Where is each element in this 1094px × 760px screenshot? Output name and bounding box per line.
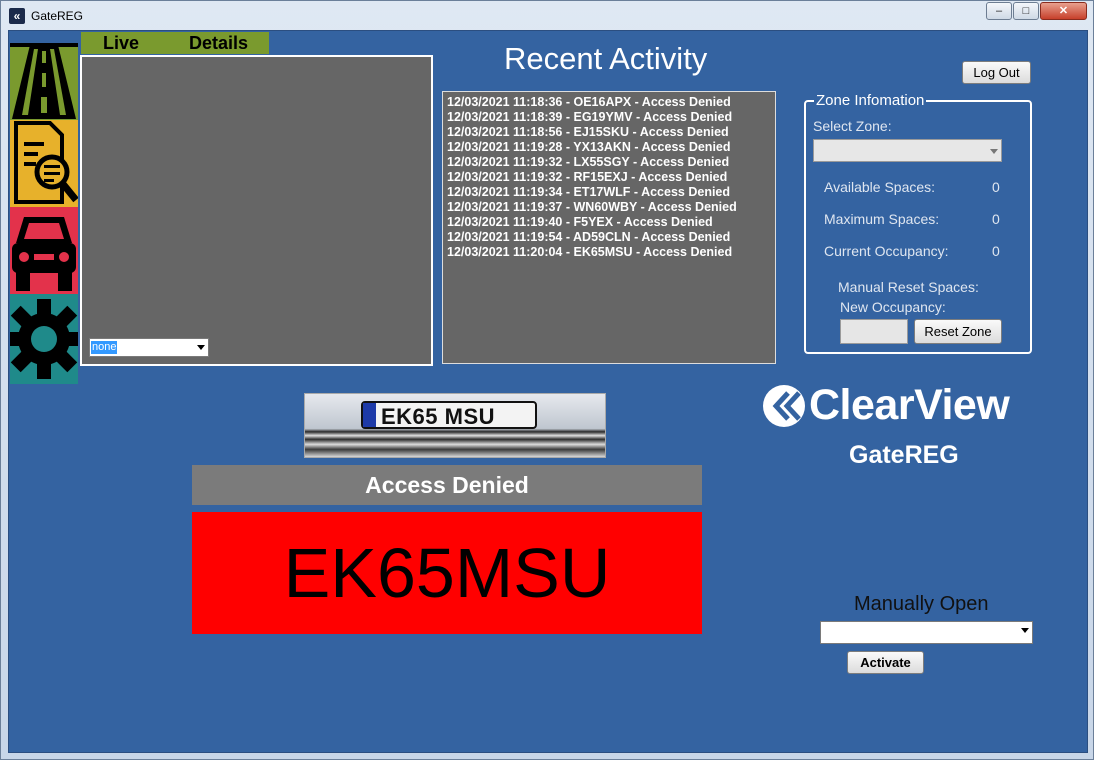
zone-select[interactable] [813, 139, 1002, 162]
brand-logo: ClearView GateREG [759, 381, 1039, 471]
title-bar[interactable]: « GateREG ‒ □ ✕ [1, 1, 1093, 29]
car-icon [12, 217, 76, 291]
activity-log-entry[interactable]: 12/03/2021 11:18:36 - OE16APX - Access D… [447, 95, 775, 110]
gate-select[interactable] [820, 621, 1033, 644]
new-occupancy-input[interactable] [840, 319, 908, 344]
maximum-spaces-label: Maximum Spaces: [824, 211, 940, 227]
brand-product: GateREG [849, 441, 959, 469]
activity-log-entry[interactable]: 12/03/2021 11:18:39 - EG19YMV - Access D… [447, 110, 775, 125]
maximum-spaces-value: 0 [992, 211, 1000, 227]
activity-log-entry[interactable]: 12/03/2021 11:19:54 - AD59CLN - Access D… [447, 230, 775, 245]
current-occupancy-label: Current Occupancy: [824, 243, 949, 259]
eu-flag-strip [363, 403, 376, 427]
app-window: « GateREG ‒ □ ✕ Live Details none Recent… [0, 0, 1094, 760]
tab-live[interactable]: Live [103, 33, 139, 54]
manually-open-title: Manually Open [854, 593, 989, 615]
available-spaces-value: 0 [992, 179, 1000, 195]
chevron-down-icon [990, 149, 998, 154]
gear-icon [10, 299, 78, 379]
nav-car-button[interactable] [10, 207, 78, 296]
close-button[interactable]: ✕ [1040, 2, 1087, 20]
road-icon [10, 43, 78, 119]
new-occupancy-label: New Occupancy: [840, 299, 946, 315]
reset-zone-button[interactable]: Reset Zone [914, 319, 1002, 344]
nav-search-button[interactable] [10, 120, 78, 209]
nav-settings-button[interactable] [10, 294, 78, 384]
activity-log-entry[interactable]: 12/03/2021 11:19:40 - F5YEX - Access Den… [447, 215, 775, 230]
activity-log-list[interactable]: 12/03/2021 11:18:36 - OE16APX - Access D… [442, 91, 776, 364]
activity-log-entry[interactable]: 12/03/2021 11:18:56 - EJ15SKU - Access D… [447, 125, 775, 140]
app-logo-icon: « [9, 8, 25, 24]
plate-image-text: EK65 MSU [381, 404, 496, 429]
access-status: Access Denied [192, 465, 702, 505]
camera-feed-panel: none [80, 55, 433, 366]
nav-road-button[interactable] [10, 43, 78, 132]
chevron-down-icon [197, 345, 205, 350]
tab-details[interactable]: Details [189, 33, 248, 54]
plate-capture-image: EK65 MSU [304, 393, 606, 458]
activity-log-entry[interactable]: 12/03/2021 11:19:34 - ET17WLF - Access D… [447, 185, 775, 200]
brand-name: ClearView [809, 381, 1010, 429]
activity-log-entry[interactable]: 12/03/2021 11:19:32 - RF15EXJ - Access D… [447, 170, 775, 185]
activity-log-entry[interactable]: 12/03/2021 11:19:32 - LX55SGY - Access D… [447, 155, 775, 170]
number-plate: EK65 MSU [361, 401, 537, 429]
zone-information-group: Zone Infomation Select Zone: Available S… [804, 93, 1032, 354]
activity-log-entry[interactable]: 12/03/2021 11:19:28 - YX13AKN - Access D… [447, 140, 775, 155]
chevron-down-icon [1021, 628, 1029, 633]
camera-select-value: none [91, 341, 118, 354]
recent-activity-title: Recent Activity [504, 41, 708, 76]
camera-select[interactable]: none [89, 338, 209, 357]
clearview-logo-icon [763, 385, 805, 427]
detected-plate-display: EK65MSU [192, 512, 702, 634]
search-document-icon [14, 121, 78, 204]
log-out-button[interactable]: Log Out [962, 61, 1031, 84]
main-client-area: Live Details none Recent Activity 12/03/… [8, 30, 1088, 753]
select-zone-label: Select Zone: [813, 118, 892, 134]
maximize-button[interactable]: □ [1013, 2, 1039, 20]
zone-group-legend: Zone Infomation [814, 92, 927, 109]
view-tabs: Live Details [81, 32, 269, 54]
manual-reset-label: Manual Reset Spaces: [838, 279, 979, 295]
window-title: GateREG [31, 9, 84, 23]
available-spaces-label: Available Spaces: [824, 179, 936, 195]
activate-button[interactable]: Activate [847, 651, 924, 674]
activity-log-entry[interactable]: 12/03/2021 11:20:04 - EK65MSU - Access D… [447, 245, 775, 260]
activity-log-entry[interactable]: 12/03/2021 11:19:37 - WN60WBY - Access D… [447, 200, 775, 215]
current-occupancy-value: 0 [992, 243, 1000, 259]
minimize-button[interactable]: ‒ [986, 2, 1012, 20]
